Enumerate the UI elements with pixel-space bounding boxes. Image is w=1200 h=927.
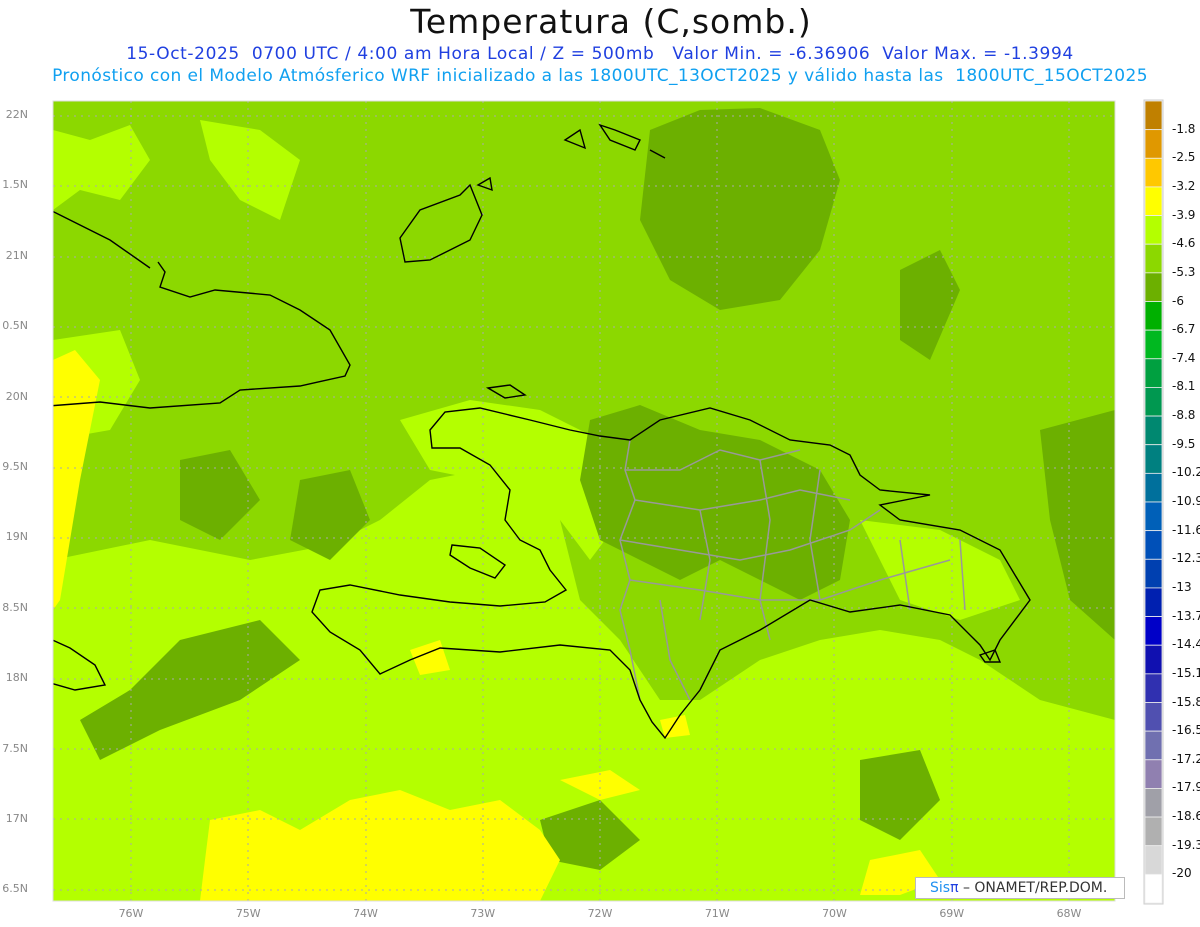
- colorbar-swatch: [1144, 243, 1163, 274]
- colorbar-swatch: [1144, 301, 1163, 331]
- lat-label: 20N: [5, 389, 28, 403]
- colorbar-swatch: [1144, 157, 1163, 188]
- colorbar-swatch: [1144, 387, 1163, 417]
- lat-label: 19N: [5, 530, 28, 544]
- colorbar-label: -3.2: [1172, 178, 1196, 193]
- colorbar-swatch: [1144, 788, 1163, 818]
- colorbar-label: -10.2: [1172, 465, 1200, 480]
- colorbar-label: -15.1: [1172, 665, 1200, 680]
- colorbar-swatch: [1144, 186, 1163, 216]
- lon-label: 75W: [235, 907, 261, 920]
- colorbar-label: -4.6: [1172, 236, 1196, 251]
- colorbar-swatch: [1144, 215, 1163, 245]
- lon-label: 68W: [1056, 907, 1082, 920]
- lon-label: 72W: [587, 907, 613, 920]
- colorbar-swatch: [1144, 759, 1163, 789]
- colorbar-label: -18.6: [1172, 809, 1200, 824]
- colorbar-label: -1.8: [1172, 121, 1196, 136]
- colorbar-swatch: [1144, 587, 1163, 617]
- colorbar-swatch: [1144, 472, 1163, 503]
- colorbar-swatch: [1144, 644, 1163, 675]
- colorbar-swatch: [1144, 415, 1163, 446]
- colorbar-swatch: [1144, 673, 1163, 703]
- colorbar-label: -14.4: [1172, 637, 1200, 652]
- temperature-map: [52, 99, 1164, 905]
- colorbar-swatch: [1144, 816, 1163, 847]
- lat-label: 7.5N: [2, 741, 28, 755]
- colorbar-swatch: [1144, 845, 1163, 875]
- lon-label: 74W: [353, 907, 378, 920]
- colorbar-label: -17.2: [1172, 751, 1200, 766]
- colorbar-label: -3.9: [1172, 207, 1196, 222]
- colorbar-label: -8.1: [1172, 379, 1196, 394]
- colorbar-label: -9.5: [1172, 436, 1196, 451]
- colorbar-label: -17.9: [1172, 780, 1200, 795]
- colorbar-label: -19.3: [1172, 837, 1200, 852]
- colorbar-label: -12.3: [1172, 551, 1200, 566]
- colorbar: [1143, 99, 1164, 905]
- colorbar-swatch: [1144, 329, 1163, 360]
- colorbar-swatch: [1144, 129, 1163, 159]
- colorbar-swatch: [1144, 873, 1163, 904]
- colorbar-swatch: [1144, 501, 1163, 532]
- colorbar-label: -2.5: [1172, 150, 1196, 165]
- colorbar-label: -5.3: [1172, 264, 1196, 279]
- colorbar-label: -15.8: [1172, 694, 1200, 709]
- colorbar-swatch: [1144, 616, 1163, 646]
- lon-label: 70W: [822, 907, 847, 920]
- lon-label: 76W: [118, 907, 144, 920]
- colorbar-label: -11.6: [1172, 522, 1200, 537]
- lat-label: 9.5N: [2, 460, 28, 473]
- colorbar-label: -7.4: [1172, 350, 1196, 365]
- lat-label: 0.5N: [2, 319, 28, 333]
- lon-label: 71W: [704, 907, 730, 920]
- colorbar-swatch: [1144, 358, 1163, 388]
- colorbar-label: -16.5: [1172, 723, 1200, 738]
- colorbar-swatch: [1144, 272, 1163, 302]
- colorbar-label: -8.8: [1172, 408, 1196, 423]
- colorbar-label: -6: [1172, 293, 1184, 308]
- colorbar-swatch: [1144, 530, 1163, 560]
- colorbar-label: -6.7: [1172, 322, 1196, 337]
- lon-label: 69W: [939, 907, 965, 920]
- colorbar-label: -20: [1172, 866, 1192, 881]
- lat-label: 21N: [5, 248, 28, 262]
- lat-label: 22N: [5, 108, 28, 121]
- sispi-logo-pi: π: [950, 880, 959, 896]
- sispi-logo: Sis: [930, 880, 951, 896]
- lat-label: 17N: [5, 812, 28, 825]
- colorbar-label: -13: [1172, 579, 1192, 594]
- colorbar-swatch: [1144, 702, 1163, 732]
- colorbar-swatch: [1144, 730, 1163, 761]
- colorbar-swatch: [1144, 444, 1163, 474]
- lat-label: 1.5N: [2, 178, 28, 192]
- lat-label: 8.5N: [2, 600, 28, 614]
- colorbar-swatch: [1144, 558, 1163, 589]
- lat-label: 18N: [5, 671, 28, 685]
- colorbar-label: -13.7: [1172, 608, 1200, 623]
- colorbar-label: -10.9: [1172, 494, 1200, 508]
- credit-box: Sisπ – ONAMET/REP.DOM.: [915, 877, 1125, 899]
- lon-label: 73W: [470, 907, 496, 920]
- lat-label: 6.5N: [2, 882, 28, 896]
- credit-text: – ONAMET/REP.DOM.: [958, 880, 1108, 896]
- colorbar-swatch: [1144, 100, 1163, 131]
